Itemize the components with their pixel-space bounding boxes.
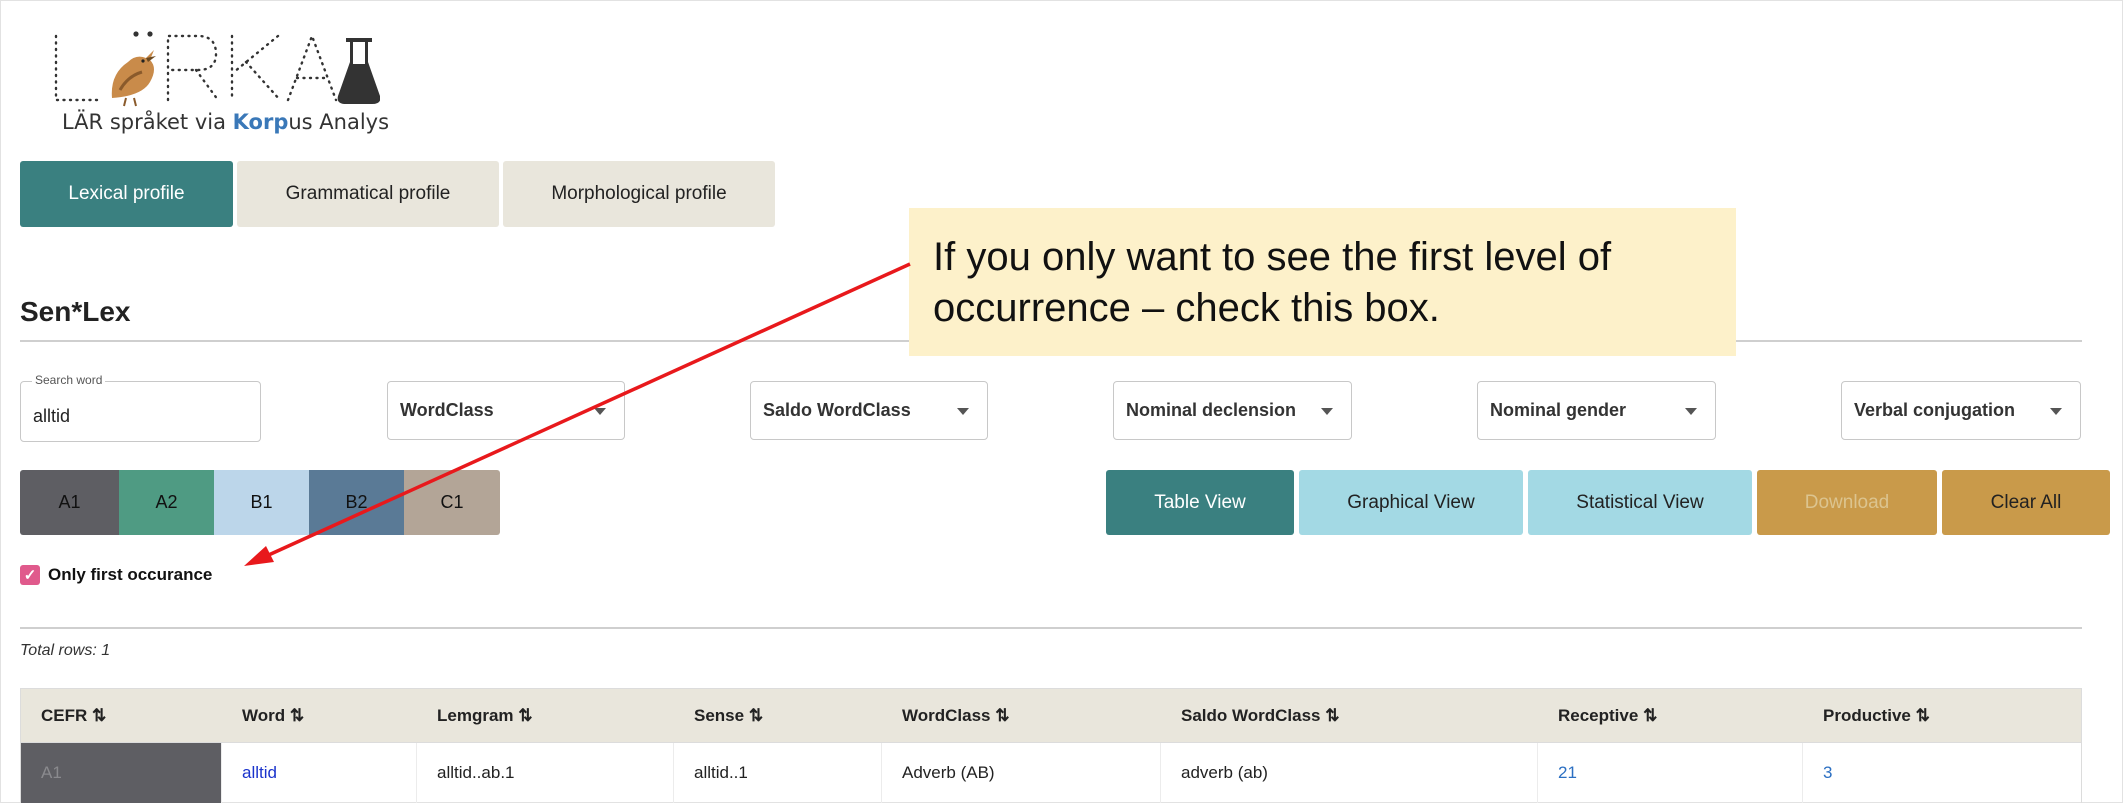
wordclass-select-label: WordClass (400, 400, 494, 420)
level-a1-button[interactable]: A1 (20, 470, 119, 535)
only-first-checkbox[interactable]: ✓ (20, 565, 40, 585)
level-a2-button[interactable]: A2 (119, 470, 214, 535)
larka-wordmark-icon (54, 31, 380, 107)
cell-lemgram: alltid..ab.1 (417, 743, 674, 803)
saldo-wordclass-select[interactable]: Saldo WordClass (750, 381, 988, 440)
annotation-callout: If you only want to see the first level … (909, 208, 1736, 356)
column-header-cefr[interactable]: CEFR ⇅ (21, 689, 222, 742)
table-header: CEFR ⇅ Word ⇅ Lemgram ⇅ Sense ⇅ WordClas… (20, 688, 2082, 743)
graphical-view-button[interactable]: Graphical View (1299, 470, 1523, 535)
cell-productive-link[interactable]: 3 (1803, 743, 2083, 803)
cell-cefr: A1 (21, 743, 222, 803)
column-header-receptive[interactable]: Receptive ⇅ (1538, 689, 1803, 742)
search-input[interactable] (33, 406, 248, 427)
tab-lexical-profile[interactable]: Lexical profile (20, 161, 233, 227)
logo-tagline: LÄR språket via Korpus Analys (62, 110, 390, 134)
sort-icon: ⇅ (289, 705, 305, 725)
cell-sense: alltid..1 (674, 743, 882, 803)
nominal-gender-select-label: Nominal gender (1490, 400, 1627, 420)
total-rows: Total rows: 1 (20, 642, 111, 659)
verbal-conjugation-select[interactable]: Verbal conjugation (1841, 381, 2081, 440)
page-title: Sen*Lex (20, 296, 131, 327)
column-header-saldo-wordclass[interactable]: Saldo WordClass ⇅ (1161, 689, 1538, 742)
larka-logo: LÄR språket via Korpus Analys (50, 28, 389, 138)
download-button[interactable]: Download (1757, 470, 1937, 535)
search-word-field[interactable]: Search word (20, 373, 261, 442)
only-first-label[interactable]: Only first occurance (48, 565, 212, 585)
checkmark-icon: ✓ (23, 567, 37, 584)
table-row: A1 alltid alltid..ab.1 alltid..1 Adverb … (20, 743, 2082, 803)
statistical-view-button[interactable]: Statistical View (1528, 470, 1752, 535)
sort-icon: ⇅ (995, 705, 1010, 725)
tab-morphological-profile[interactable]: Morphological profile (503, 161, 775, 227)
level-b2-button[interactable]: B2 (309, 470, 404, 535)
sort-icon: ⇅ (1325, 705, 1340, 725)
results-table: CEFR ⇅ Word ⇅ Lemgram ⇅ Sense ⇅ WordClas… (20, 688, 2082, 803)
sort-icon: ⇅ (92, 705, 107, 725)
column-header-lemgram[interactable]: Lemgram ⇅ (417, 689, 674, 742)
nominal-declension-select[interactable]: Nominal declension (1113, 381, 1352, 440)
sort-icon: ⇅ (518, 705, 533, 725)
sort-icon: ⇅ (1915, 705, 1930, 725)
column-header-wordclass[interactable]: WordClass ⇅ (882, 689, 1161, 742)
saldo-wordclass-select-label: Saldo WordClass (763, 400, 911, 420)
verbal-conjugation-select-label: Verbal conjugation (1854, 400, 2016, 420)
tab-grammatical-profile[interactable]: Grammatical profile (237, 161, 499, 227)
chevron-down-icon (594, 408, 606, 415)
column-header-word[interactable]: Word ⇅ (222, 689, 417, 742)
search-word-label: Search word (32, 373, 106, 387)
table-view-button[interactable]: Table View (1106, 470, 1294, 535)
level-b1-button[interactable]: B1 (214, 470, 309, 535)
column-header-productive[interactable]: Productive ⇅ (1803, 689, 2083, 742)
nominal-declension-select-label: Nominal declension (1126, 400, 1297, 420)
column-header-sense[interactable]: Sense ⇅ (674, 689, 882, 742)
wordclass-select[interactable]: WordClass (387, 381, 625, 440)
clear-all-button[interactable]: Clear All (1942, 470, 2110, 535)
lark-bird-icon (111, 50, 156, 107)
sort-icon: ⇅ (1643, 705, 1658, 725)
sort-icon: ⇅ (748, 705, 764, 725)
chevron-down-icon (2050, 408, 2062, 415)
cell-receptive-link[interactable]: 21 (1538, 743, 1803, 803)
flask-icon (337, 38, 380, 104)
divider (20, 627, 2082, 629)
chevron-down-icon (957, 408, 969, 415)
cell-wordclass: Adverb (AB) (882, 743, 1161, 803)
level-c1-button[interactable]: C1 (404, 470, 500, 535)
cell-saldo-wordclass: adverb (ab) (1161, 743, 1538, 803)
nominal-gender-select[interactable]: Nominal gender (1477, 381, 1716, 440)
chevron-down-icon (1685, 408, 1697, 415)
chevron-down-icon (1321, 408, 1333, 415)
cell-word-link[interactable]: alltid (222, 743, 417, 803)
